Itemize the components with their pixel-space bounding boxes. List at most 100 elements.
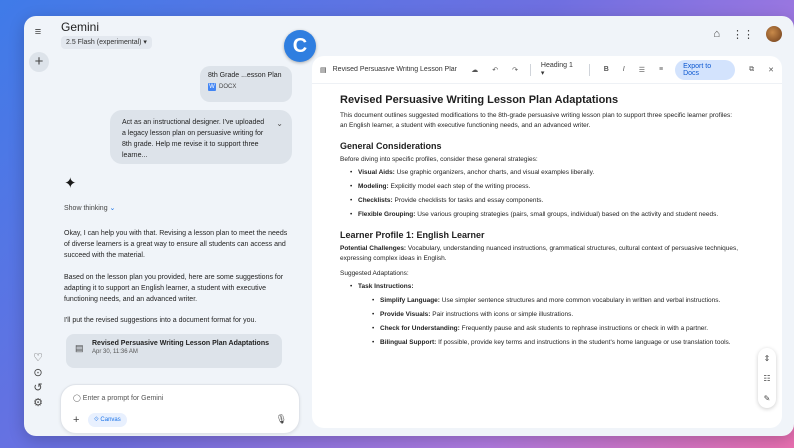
list-item-text: Use various grouping strategies (pairs, … (415, 211, 719, 218)
list-item-text: If possible, provide key terms and instr… (436, 339, 731, 346)
heading-style-value: Heading 1 (540, 62, 573, 69)
list-item: Check for Understanding: Frequently paus… (372, 324, 740, 334)
chevron-down-icon[interactable]: ⌄ (276, 118, 283, 129)
toolbar-divider (529, 63, 531, 76)
settings-icon[interactable]: ⚙ (32, 397, 44, 409)
list-item: Visual Aids: Use graphic organizers, anc… (350, 168, 740, 178)
uploaded-file-chip[interactable]: 8th Grade ...esson Plan W DOCX (200, 66, 292, 102)
list-item: Simplify Language: Use simpler sentence … (372, 296, 740, 306)
italic-button[interactable]: I (623, 66, 625, 73)
side-tools: ⇕ ☷ ✎ (758, 348, 776, 408)
chat-column: 8th Grade ...esson Plan W DOCX Act as an… (60, 64, 300, 436)
left-rail: ≡ + ♡ ⊙ ↺ ⚙ (24, 16, 52, 436)
document-icon: ▤ (320, 66, 327, 74)
suggest-edits-icon[interactable]: ✎ (764, 394, 771, 403)
reply-paragraph: I'll put the revised suggestions into a … (64, 317, 257, 324)
numbered-list-icon[interactable]: ≡ (659, 66, 663, 73)
list-item-label: Bilingual Support: (380, 339, 437, 346)
show-thinking-toggle[interactable]: Show thinking ⌄ (64, 204, 115, 212)
avatar[interactable] (766, 26, 782, 42)
prompt-composer[interactable]: ◯ Enter a prompt for Gemini + ⟐ Canvas 🎙 (60, 384, 300, 434)
redo-icon[interactable]: ↷ (512, 66, 518, 74)
docx-icon: W (208, 83, 216, 91)
undo-icon[interactable]: ↶ (492, 66, 498, 74)
toolbar-document-title: Revised Persuasive Writing Lesson Plan..… (332, 66, 458, 73)
file-name: 8th Grade ...esson Plan (208, 72, 282, 79)
document-card[interactable]: ▤ Revised Persuasive Writing Lesson Plan… (66, 334, 282, 368)
list-item-text: Pair instructions with icons or simple i… (430, 311, 574, 318)
document-icon: ▤ (75, 343, 84, 353)
file-type-row: W DOCX (208, 83, 284, 91)
prompt-placeholder: Enter a prompt for Gemini (82, 395, 164, 402)
list-item-label: Checklists: (358, 197, 393, 204)
prompt-input[interactable]: ◯ Enter a prompt for Gemini (73, 394, 163, 402)
new-chat-button[interactable]: + (29, 52, 49, 72)
challenges-label: Potential Challenges: (340, 245, 407, 252)
history-icon[interactable]: ↺ (32, 382, 44, 394)
gem-icon[interactable]: ♡ (32, 352, 44, 364)
list-item-text: Provide checklists for tasks and essay c… (392, 197, 544, 204)
adaptations-list: Task Instructions: Simplify Language: Us… (350, 282, 740, 348)
user-message-text: Act as an instructional designer. I've u… (122, 119, 265, 159)
document-card-date: Apr 30, 11:36 AM (92, 349, 138, 355)
list-item-text: Use simpler sentence structures and more… (439, 297, 721, 304)
list-item: Bilingual Support: If possible, provide … (372, 338, 740, 348)
bulleted-list-icon[interactable]: ☰ (639, 66, 645, 74)
document-toolbar: ▤ Revised Persuasive Writing Lesson Plan… (312, 56, 782, 84)
list-item-label: Check for Understanding: (380, 325, 460, 332)
section-heading: General Considerations (340, 141, 442, 151)
list-item: Task Instructions: Simplify Language: Us… (350, 282, 740, 348)
gift-icon[interactable]: ⌂ (713, 28, 720, 40)
list-item-label: Simplify Language: (380, 297, 440, 304)
menu-icon[interactable]: ≡ (32, 26, 44, 38)
list-item: Checklists: Provide checklists for tasks… (350, 196, 740, 206)
list-item-label: Visual Aids: (358, 169, 395, 176)
canvas-document-panel: ▤ Revised Persuasive Writing Lesson Plan… (312, 56, 782, 428)
section-intro: Before diving into specific profiles, co… (340, 156, 538, 163)
list-item-label: Flexible Grouping: (358, 211, 416, 218)
document-intro: This document outlines suggested modific… (340, 112, 733, 129)
list-item-text: Explicitly model each step of the writin… (388, 183, 531, 190)
reply-paragraph: Based on the lesson plan you provided, h… (64, 274, 284, 303)
list-item: Provide Visuals: Pair instructions with … (372, 310, 740, 320)
add-attachment-button[interactable]: + (73, 414, 79, 426)
document-body: Revised Persuasive Writing Lesson Plan A… (340, 94, 740, 352)
list-item-text: Use graphic organizers, anchor charts, a… (394, 169, 595, 176)
list-item: Flexible Grouping: Use various grouping … (350, 210, 740, 220)
microphone-icon[interactable]: 🎙 (276, 414, 287, 425)
heading-style-select[interactable]: Heading 1 ▾ (541, 62, 577, 77)
document-card-title: Revised Persuasive Writing Lesson Plan A… (92, 340, 269, 347)
chevron-down-icon: ⌄ (109, 205, 116, 212)
task-instructions-label: Task Instructions: (358, 283, 414, 290)
canvas-label: Canvas (100, 417, 121, 423)
cloud-icon[interactable]: ☁ (471, 66, 478, 74)
export-to-docs-button[interactable]: Export to Docs (675, 59, 736, 80)
reply-paragraph: Okay, I can help you with that. Revising… (64, 230, 288, 259)
show-thinking-label: Show thinking (64, 205, 108, 212)
list-item-label: Modeling: (358, 183, 389, 190)
adjust-length-icon[interactable]: ⇕ (764, 354, 771, 363)
gemini-sparkle-icon: ✦ (64, 175, 77, 192)
copy-icon[interactable]: ⧉ (749, 66, 754, 74)
suggested-label: Suggested Adaptations: (340, 270, 409, 277)
challenges-paragraph: Potential Challenges: Vocabulary, unders… (340, 244, 740, 264)
activity-icon[interactable]: ⊙ (32, 367, 44, 379)
document-title: Revised Persuasive Writing Lesson Plan A… (340, 94, 619, 106)
canvas-toggle[interactable]: ⟐ Canvas (88, 413, 127, 427)
general-list: Visual Aids: Use graphic organizers, anc… (350, 168, 740, 220)
task-sublist: Simplify Language: Use simpler sentence … (372, 296, 740, 348)
bold-button[interactable]: B (604, 66, 609, 73)
toolbar-divider (588, 63, 590, 76)
file-type: DOCX (219, 84, 237, 90)
app-window: ≡ + ♡ ⊙ ↺ ⚙ Gemini 2.5 Flash (experiment… (24, 16, 794, 436)
top-right-icons: ⌂ ⋮⋮ (713, 26, 782, 42)
model-selector[interactable]: 2.5 Flash (experimental) ▾ (61, 36, 152, 49)
close-icon[interactable]: ✕ (768, 66, 774, 74)
list-item: Modeling: Explicitly model each step of … (350, 182, 740, 192)
user-message: Act as an instructional designer. I've u… (110, 110, 292, 164)
list-item-text: Frequently pause and ask students to rep… (459, 325, 709, 332)
apps-grid-icon[interactable]: ⋮⋮ (732, 28, 754, 41)
app-title: Gemini (61, 20, 100, 34)
section-heading: Learner Profile 1: English Learner (340, 230, 485, 240)
format-icon[interactable]: ☷ (763, 374, 770, 383)
